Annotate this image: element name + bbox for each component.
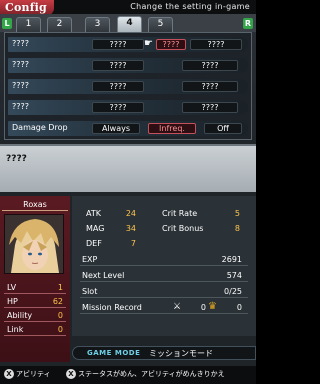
ability-label: Ability bbox=[7, 311, 33, 320]
slot-row: Slot 0/25 bbox=[80, 286, 248, 298]
hp-value: 62 bbox=[52, 297, 63, 306]
l-shoulder-button[interactable]: L bbox=[2, 18, 12, 29]
ability-row: Ability 0 bbox=[4, 310, 66, 322]
link-label: Link bbox=[7, 325, 24, 334]
mag-value: 34 bbox=[125, 224, 136, 233]
setting-option[interactable]: ???? bbox=[92, 102, 144, 113]
setting-label: ???? bbox=[12, 102, 29, 111]
crit-rate-label: Crit Rate bbox=[162, 209, 198, 218]
crown-icon: ♛ bbox=[208, 301, 217, 312]
tab-3[interactable]: 3 bbox=[85, 17, 110, 32]
page-title: Config bbox=[5, 1, 47, 14]
slot-label: Slot bbox=[82, 287, 98, 296]
setting-label: Damage Drop bbox=[12, 123, 68, 132]
slot-value: 0/25 bbox=[224, 287, 242, 296]
mission-record-row: Mission Record ⚔ 0 ♛ 0 bbox=[80, 301, 248, 314]
link-value: 0 bbox=[57, 325, 63, 334]
lv-row: LV 1 bbox=[4, 282, 66, 294]
exp-value: 2691 bbox=[221, 255, 242, 264]
hp-row: HP 62 bbox=[4, 296, 66, 308]
game-mode-label: GAME MODE bbox=[87, 349, 141, 357]
mission-record-sword-value: 0 bbox=[200, 303, 206, 312]
header-message: Change the setting in-game bbox=[130, 2, 250, 11]
ability-button-label: アビリティ bbox=[16, 370, 51, 378]
setting-row: ???? ???? ???? bbox=[8, 58, 248, 73]
atk-value: 24 bbox=[125, 209, 136, 218]
exp-row: EXP 2691 bbox=[80, 254, 248, 266]
atk-label: ATK bbox=[86, 209, 101, 218]
setting-option-selected[interactable]: ???? bbox=[156, 39, 186, 50]
x-button-icon: X bbox=[66, 369, 76, 379]
link-row: Link 0 bbox=[4, 324, 66, 336]
hp-label: HP bbox=[7, 297, 18, 306]
mag-label: MAG bbox=[86, 224, 105, 233]
tab-strip: L 1 2 3 4 5 R bbox=[0, 14, 256, 32]
tab-4[interactable]: 4 bbox=[117, 16, 142, 32]
exp-label: EXP bbox=[82, 255, 98, 264]
ability-value: 0 bbox=[57, 311, 63, 320]
setting-label: ???? bbox=[12, 60, 29, 69]
def-value: 7 bbox=[130, 239, 136, 248]
pointing-hand-icon: ☛ bbox=[144, 38, 153, 49]
next-level-value: 574 bbox=[226, 271, 242, 280]
mission-record-crown-value: 0 bbox=[236, 303, 242, 312]
sword-icon: ⚔ bbox=[173, 302, 182, 312]
def-label: DEF bbox=[86, 239, 102, 248]
setting-option[interactable]: ???? bbox=[92, 60, 144, 71]
crit-bonus-label: Crit Bonus bbox=[162, 224, 204, 233]
character-portrait bbox=[4, 214, 64, 274]
character-name: Roxas bbox=[2, 200, 68, 211]
bottom-screen: Roxas LV 1 HP 62 Ability 0 Link 0 ATK 24… bbox=[0, 192, 256, 384]
setting-row: ???? ???? ☛ ???? ???? bbox=[8, 37, 248, 52]
x-button-icon: X bbox=[4, 369, 14, 379]
damage-drop-off-option[interactable]: Off bbox=[204, 123, 242, 134]
ability-button[interactable]: X アビリティ bbox=[4, 369, 51, 381]
header-bar: Config Change the setting in-game bbox=[0, 0, 256, 16]
lv-label: LV bbox=[7, 283, 17, 292]
setting-option[interactable]: ???? bbox=[182, 102, 238, 113]
description-box: ???? bbox=[0, 144, 256, 192]
mission-record-label: Mission Record bbox=[82, 303, 142, 312]
setting-label: ???? bbox=[12, 81, 29, 90]
setting-option[interactable]: ???? bbox=[190, 39, 242, 50]
footer-bar: X アビリティ X ステータスがめん、アビリティがめんきりかえ bbox=[0, 366, 256, 384]
switch-screen-button[interactable]: X ステータスがめん、アビリティがめんきりかえ bbox=[66, 369, 225, 381]
damage-drop-always-option[interactable]: Always bbox=[92, 123, 140, 134]
r-shoulder-button[interactable]: R bbox=[243, 18, 253, 29]
setting-option[interactable]: ???? bbox=[182, 60, 238, 71]
next-level-label: Next Level bbox=[82, 271, 125, 280]
character-panel: Roxas LV 1 HP 62 Ability 0 Link 0 bbox=[0, 196, 70, 362]
setting-option[interactable]: ???? bbox=[92, 39, 144, 50]
tab-5[interactable]: 5 bbox=[148, 17, 173, 32]
setting-row: ???? ???? ???? bbox=[8, 100, 248, 115]
crit-bonus-value: 8 bbox=[234, 224, 240, 233]
game-mode-value: ミッションモード bbox=[149, 349, 213, 358]
game-mode-bar: GAME MODE ミッションモード bbox=[72, 346, 256, 360]
settings-panel: ???? ???? ☛ ???? ???? ???? ???? ???? ???… bbox=[4, 32, 252, 140]
mag-row: MAG 34 Crit Bonus 8 bbox=[76, 223, 252, 235]
atk-row: ATK 24 Crit Rate 5 bbox=[76, 208, 252, 220]
setting-option[interactable]: ???? bbox=[92, 81, 144, 92]
tab-1[interactable]: 1 bbox=[16, 17, 41, 32]
setting-row-damage-drop: Damage Drop Always Infreq. Off bbox=[8, 121, 248, 136]
setting-label: ???? bbox=[12, 39, 29, 48]
setting-row: ???? ???? ???? bbox=[8, 79, 248, 94]
def-row: DEF 7 bbox=[76, 238, 252, 250]
tab-2[interactable]: 2 bbox=[47, 17, 72, 32]
stats-panel: ATK 24 Crit Rate 5 MAG 34 Crit Bonus 8 D… bbox=[72, 196, 256, 336]
damage-drop-infreq-option[interactable]: Infreq. bbox=[148, 123, 196, 134]
portrait-image bbox=[5, 215, 63, 273]
lv-value: 1 bbox=[57, 283, 63, 292]
next-level-row: Next Level 574 bbox=[80, 270, 248, 282]
setting-option[interactable]: ???? bbox=[182, 81, 238, 92]
switch-screen-label: ステータスがめん、アビリティがめんきりかえ bbox=[78, 370, 225, 378]
description-text: ???? bbox=[6, 154, 27, 164]
top-screen: Config Change the setting in-game L 1 2 … bbox=[0, 0, 256, 192]
crit-rate-value: 5 bbox=[234, 209, 240, 218]
